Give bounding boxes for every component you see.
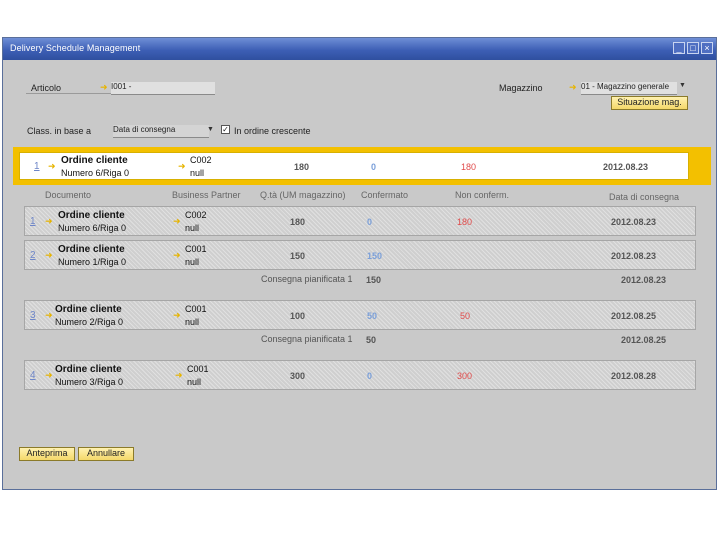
doc-title: Ordine cliente [58,244,125,255]
sort-label: Class. in base a [27,126,92,136]
qty-value: 150 [290,251,306,261]
ascending-label: In ordine crescente [234,126,311,136]
row-number[interactable]: 1 [30,216,36,227]
ascending-checkbox[interactable]: ✓ [221,125,230,134]
header-business-partner: Business Partner [172,190,241,200]
doc-title: Ordine cliente [55,364,122,375]
qty-value: 180 [290,217,306,227]
doc-arrow-icon[interactable]: ➜ [45,310,53,321]
qty-value: 100 [290,311,306,321]
doc-arrow-icon[interactable]: ➜ [45,370,53,381]
magazzino-select[interactable]: 01 - Magazzino generale [581,82,677,95]
row-number[interactable]: 4 [30,370,36,381]
selected-date: 2012.08.23 [603,162,649,172]
bp-name: null [185,257,200,267]
cancel-button[interactable]: Annullare [78,447,134,461]
doc-arrow-icon[interactable]: ➜ [45,216,53,227]
qty-value: 300 [290,371,306,381]
doc-sub: Numero 2/Riga 0 [55,317,124,327]
selected-doc-title: Ordine cliente [61,155,128,166]
title-bar: Delivery Schedule Management _ □ × [3,38,716,60]
confirmed-value: 0 [367,217,373,227]
selected-row[interactable]: 1 ➜ Ordine cliente Numero 6/Riga 0 ➜ C00… [19,152,689,180]
magazzino-link-arrow-icon[interactable]: ➜ [569,82,577,93]
selected-row-number[interactable]: 1 [34,161,40,172]
row-number[interactable]: 2 [30,250,36,261]
magazzino-dropdown-icon[interactable]: ▼ [679,82,686,89]
selected-bp-code: C002 [190,155,212,165]
selected-qty: 180 [294,162,310,172]
date-value: 2012.08.23 [611,251,657,261]
schedule-row[interactable]: 4 ➜ Ordine cliente Numero 3/Riga 0 ➜ C00… [24,360,696,390]
preview-button[interactable]: Anteprima [19,447,75,461]
bp-arrow-icon[interactable]: ➜ [175,370,183,381]
minimize-button[interactable]: _ [673,42,685,54]
bp-arrow-icon[interactable]: ➜ [173,250,181,261]
schedule-row[interactable]: 3 ➜ Ordine cliente Numero 2/Riga 0 ➜ C00… [24,300,696,330]
header-documento: Documento [45,190,92,200]
bp-code: C001 [185,304,207,314]
selected-bp-name: null [190,168,205,178]
selected-bp-arrow-icon[interactable]: ➜ [178,161,186,172]
not-confirmed-value: 50 [460,311,471,321]
bp-name: null [187,377,202,387]
situazione-mag-button[interactable]: Situazione mag. [611,96,688,110]
schedule-row[interactable]: 2 ➜ Ordine cliente Numero 1/Riga 0 ➜ C00… [24,240,696,270]
selected-confirmed: 0 [371,162,377,172]
planned-delivery-label: Consegna pianificata 1 [261,274,353,284]
confirmed-value: 0 [367,371,373,381]
bp-name: null [185,317,200,327]
bp-code: C002 [185,210,207,220]
doc-title: Ordine cliente [55,304,122,315]
schedule-row[interactable]: 1 ➜ Ordine cliente Numero 6/Riga 0 ➜ C00… [24,206,696,236]
date-value: 2012.08.25 [611,311,657,321]
selected-doc-arrow-icon[interactable]: ➜ [48,161,56,172]
sort-dropdown-icon[interactable]: ▼ [207,126,214,133]
bp-code: C001 [185,244,207,254]
delivery-schedule-window: Delivery Schedule Management _ □ × Artic… [2,37,717,490]
bp-arrow-icon[interactable]: ➜ [173,310,181,321]
header-qty: Q.tà (UM magazzino) [260,190,346,200]
not-confirmed-value: 180 [457,217,473,227]
bp-code: C001 [187,364,209,374]
doc-sub: Numero 1/Riga 0 [58,257,127,267]
bp-arrow-icon[interactable]: ➜ [173,216,181,227]
date-value: 2012.08.28 [611,371,657,381]
planned-delivery-qty: 150 [366,275,382,285]
close-button[interactable]: × [701,42,713,54]
selected-not-confirmed: 180 [461,162,477,172]
bp-name: null [185,223,200,233]
window-title: Delivery Schedule Management [10,43,141,53]
row-number[interactable]: 3 [30,310,36,321]
header-date: Data di consegna [609,192,680,202]
maximize-button[interactable]: □ [687,42,699,54]
articolo-link-arrow-icon[interactable]: ➜ [100,82,108,93]
header-confirmed: Confermato [361,190,409,200]
confirmed-value: 150 [367,251,383,261]
date-value: 2012.08.23 [611,217,657,227]
planned-delivery-qty: 50 [366,335,377,345]
confirmed-value: 50 [367,311,378,321]
planned-delivery-date: 2012.08.23 [621,275,667,285]
doc-sub: Numero 6/Riga 0 [58,223,127,233]
selected-doc-sub: Numero 6/Riga 0 [61,168,130,178]
header-not-confirmed: Non conferm. [455,190,510,200]
planned-delivery-date: 2012.08.25 [621,335,667,345]
sort-select[interactable]: Data di consegna [113,125,209,138]
magazzino-label: Magazzino [499,83,543,93]
doc-arrow-icon[interactable]: ➜ [45,250,53,261]
doc-sub: Numero 3/Riga 0 [55,377,124,387]
planned-delivery-label: Consegna pianificata 1 [261,334,353,344]
articolo-input[interactable]: I001 - [111,82,215,95]
doc-title: Ordine cliente [58,210,125,221]
not-confirmed-value: 300 [457,371,473,381]
